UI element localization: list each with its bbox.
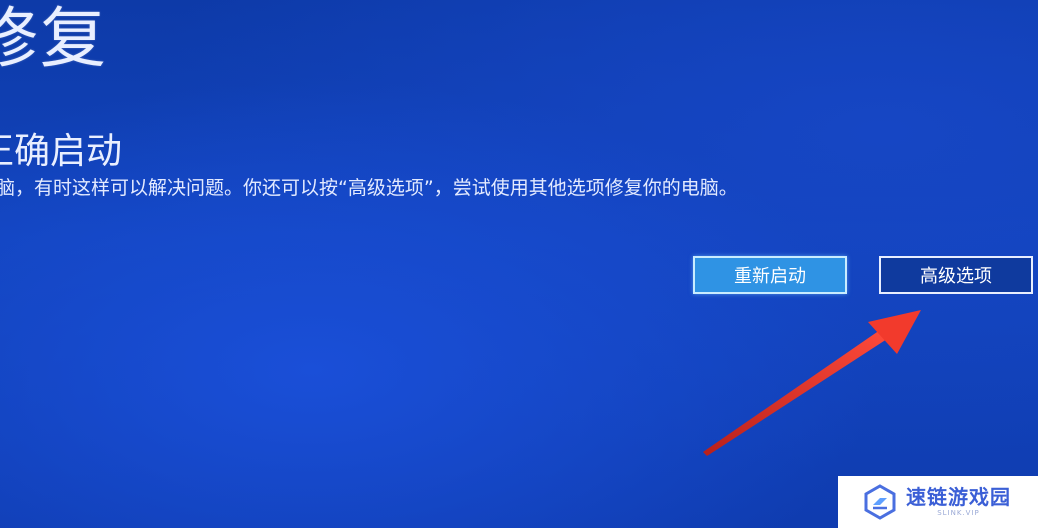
- page-subtitle: 正确启动: [0, 131, 123, 172]
- arrow-head: [868, 310, 921, 354]
- advanced-options-button[interactable]: 高级选项: [879, 256, 1033, 294]
- watermark: 速链游戏园 SLINK.VIP: [838, 476, 1038, 528]
- watermark-text: 速链游戏园 SLINK.VIP: [906, 487, 1011, 517]
- restart-button[interactable]: 重新启动: [693, 256, 847, 294]
- help-message: 脑，有时这样可以解决问题。你还可以按“高级选项”，尝试使用其他选项修复你的电脑。: [0, 177, 738, 199]
- arrow-shaft: [703, 330, 887, 456]
- watermark-name: 速链游戏园: [906, 485, 1011, 509]
- watermark-sub: SLINK.VIP: [937, 509, 980, 517]
- page-title: 修复: [0, 0, 108, 77]
- watermark-logo-icon: [864, 484, 896, 520]
- recovery-screen: 修复 正确启动 脑，有时这样可以解决问题。你还可以按“高级选项”，尝试使用其他选…: [0, 0, 1038, 528]
